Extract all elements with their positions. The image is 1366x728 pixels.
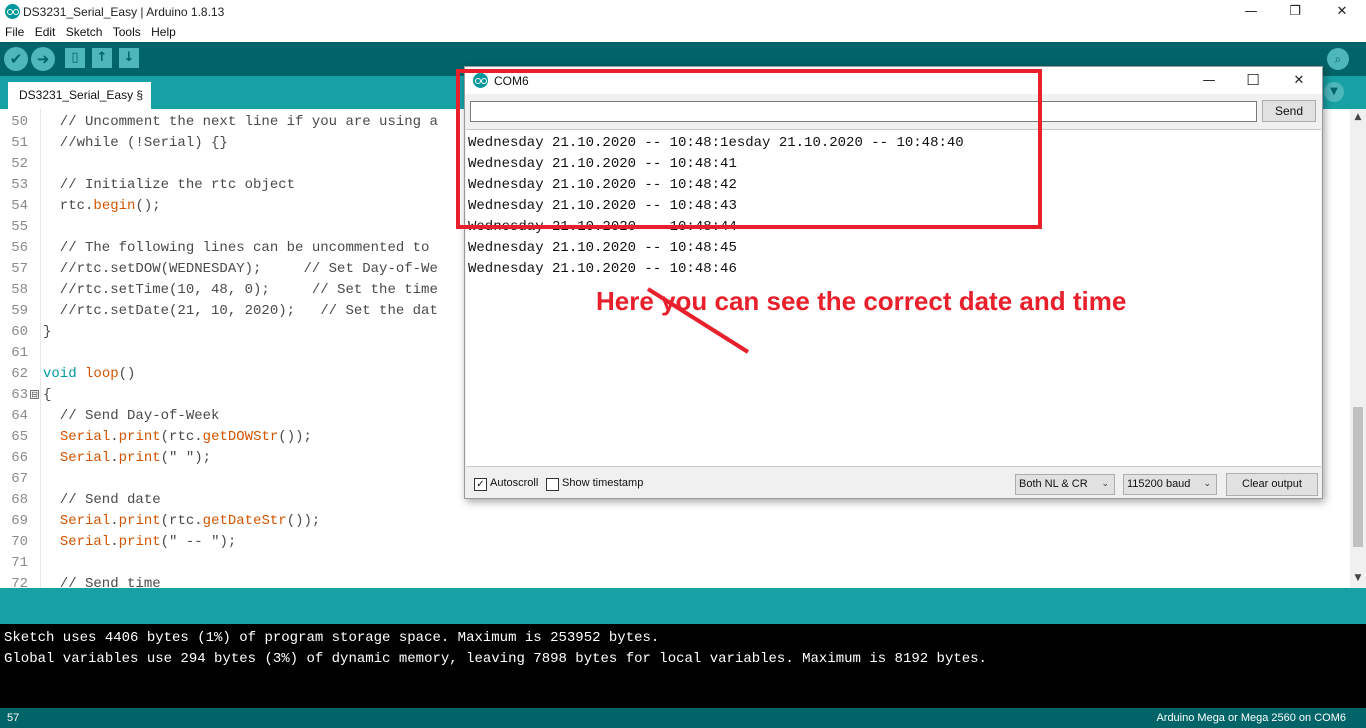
timestamp-checkbox[interactable] xyxy=(546,478,559,491)
line-number: 56 xyxy=(11,240,28,256)
timestamp-label: Show timestamp xyxy=(562,477,644,489)
line-number: 70 xyxy=(11,534,28,550)
console-header xyxy=(0,588,1366,624)
line-number: 57 xyxy=(11,261,28,277)
title-bar: DS3231_Serial_Easy | Arduino 1.8.13 — ❐ … xyxy=(0,0,1366,23)
line-number: 50 xyxy=(11,114,28,130)
menu-file[interactable]: File xyxy=(5,23,24,42)
line-number: 58 xyxy=(11,282,28,298)
fold-toggle-icon[interactable]: ⊟ xyxy=(30,390,39,399)
annotation-highlight-box xyxy=(456,69,1042,229)
code-line[interactable]: 71 xyxy=(0,553,1350,574)
baud-rate-value: 115200 baud xyxy=(1127,478,1191,490)
close-button[interactable]: ✕ xyxy=(1319,0,1365,23)
code-text: // Send time xyxy=(43,576,161,588)
serial-minimize-button[interactable]: — xyxy=(1186,67,1232,94)
tab-menu-icon[interactable]: ▼ xyxy=(1324,82,1344,102)
menu-bar: File Edit Sketch Tools Help xyxy=(0,23,1366,42)
restore-button[interactable]: ❐ xyxy=(1272,0,1318,23)
code-text: Serial.print(rtc.getDOWStr()); xyxy=(59,429,312,445)
line-number: 59 xyxy=(11,303,28,319)
save-sketch-icon[interactable]: ↓ xyxy=(119,48,139,68)
code-text: //rtc.setDOW(WEDNESDAY); // Set Day-of-W… xyxy=(43,261,438,277)
line-number: 65 xyxy=(11,429,28,445)
editor-scrollbar[interactable]: ▲ ▼ xyxy=(1350,109,1366,588)
code-text: // Initialize the rtc object xyxy=(43,177,296,193)
line-ending-select[interactable]: Both NL & CR ⌄ xyxy=(1015,474,1115,495)
code-text: void loop() xyxy=(43,366,136,382)
line-number: 61 xyxy=(11,345,28,361)
line-number: 51 xyxy=(11,135,28,151)
chevron-down-icon: ⌄ xyxy=(1203,479,1211,489)
serial-close-button[interactable]: ✕ xyxy=(1276,67,1322,94)
line-number: 64 xyxy=(11,408,28,424)
code-text: // Uncomment the next line if you are us… xyxy=(43,114,438,130)
clear-output-button[interactable]: Clear output xyxy=(1226,473,1318,496)
code-text: rtc.begin(); xyxy=(43,198,161,214)
serial-bottom-bar: ✓ Autoscroll Show timestamp Both NL & CR… xyxy=(465,469,1322,498)
line-number: 68 xyxy=(11,492,28,508)
send-button[interactable]: Send xyxy=(1262,100,1316,122)
line-number: 71 xyxy=(11,555,28,571)
code-text: // Send date xyxy=(43,492,161,508)
line-number: 62 xyxy=(11,366,28,382)
chevron-down-icon: ⌄ xyxy=(1101,479,1109,489)
line-number: 53 xyxy=(11,177,28,193)
scroll-down-icon[interactable]: ▼ xyxy=(1350,570,1366,586)
status-bar: 57 Arduino Mega or Mega 2560 on COM6 xyxy=(0,708,1366,728)
autoscroll-checkbox[interactable]: ✓ xyxy=(474,478,487,491)
tab-sketch[interactable]: DS3231_Serial_Easy § xyxy=(8,82,152,109)
line-number: 60 xyxy=(11,324,28,340)
window-title: DS3231_Serial_Easy | Arduino 1.8.13 xyxy=(23,5,225,19)
code-text: //while (!Serial) {} xyxy=(43,135,228,151)
console-output: Sketch uses 4406 bytes (1%) of program s… xyxy=(0,624,1366,708)
upload-icon[interactable]: ➜ xyxy=(31,47,55,71)
status-board: Arduino Mega or Mega 2560 on COM6 xyxy=(1156,712,1346,724)
baud-rate-select[interactable]: 115200 baud ⌄ xyxy=(1123,474,1217,495)
code-text: Serial.print(" "); xyxy=(59,450,212,466)
annotation-text: Here you can see the correct date and ti… xyxy=(596,286,1127,316)
console-line: Sketch uses 4406 bytes (1%) of program s… xyxy=(4,630,660,646)
line-number: 72 xyxy=(11,576,28,588)
line-number: 69 xyxy=(11,513,28,529)
status-line-number: 57 xyxy=(7,712,20,724)
code-text: //rtc.setDate(21, 10, 2020); // Set the … xyxy=(43,303,438,319)
open-sketch-icon[interactable]: ↑ xyxy=(92,48,112,68)
code-text: //rtc.setTime(10, 48, 0); // Set the tim… xyxy=(43,282,438,298)
serial-output-line: Wednesday 21.10.2020 -- 10:48:45 xyxy=(468,240,737,256)
serial-maximize-button[interactable]: ☐ xyxy=(1230,67,1276,94)
code-line[interactable]: 69 Serial.print(rtc.getDateStr()); xyxy=(0,511,1350,532)
code-text: // The following lines can be uncommente… xyxy=(43,240,430,256)
minimize-button[interactable]: — xyxy=(1228,0,1274,23)
scroll-up-icon[interactable]: ▲ xyxy=(1350,109,1366,125)
verify-icon[interactable]: ✔ xyxy=(4,47,28,71)
console-line: Global variables use 294 bytes (3%) of d… xyxy=(4,651,987,667)
line-ending-value: Both NL & CR xyxy=(1019,478,1088,490)
line-number: 66 xyxy=(11,450,28,466)
menu-sketch[interactable]: Sketch xyxy=(66,23,103,42)
code-line[interactable]: 72 // Send time xyxy=(0,574,1350,588)
line-number: 52 xyxy=(11,156,28,172)
code-text: // Send Day-of-Week xyxy=(43,408,220,424)
code-text: Serial.print(" -- "); xyxy=(59,534,237,550)
menu-tools[interactable]: Tools xyxy=(113,23,141,42)
menu-edit[interactable]: Edit xyxy=(35,23,56,42)
serial-monitor-window: COM6 — ☐ ✕ Send Wednesday 21.10.2020 -- … xyxy=(456,66,1323,499)
line-number: 55 xyxy=(11,219,28,235)
code-text: { xyxy=(43,387,52,403)
scrollbar-thumb[interactable] xyxy=(1353,407,1363,547)
line-number: 54 xyxy=(11,198,28,214)
code-line[interactable]: 70 Serial.print(" -- "); xyxy=(0,532,1350,553)
arduino-logo-icon xyxy=(5,4,20,19)
autoscroll-label: Autoscroll xyxy=(490,477,539,489)
line-number: 67 xyxy=(11,471,28,487)
code-text: } xyxy=(43,324,52,340)
line-number: 63 xyxy=(11,387,28,403)
code-text: Serial.print(rtc.getDateStr()); xyxy=(59,513,321,529)
serial-output-line: Wednesday 21.10.2020 -- 10:48:46 xyxy=(468,261,737,277)
serial-monitor-icon[interactable]: ⌕ xyxy=(1327,48,1349,70)
new-sketch-icon[interactable]: ▯ xyxy=(65,48,85,68)
menu-help[interactable]: Help xyxy=(151,23,176,42)
